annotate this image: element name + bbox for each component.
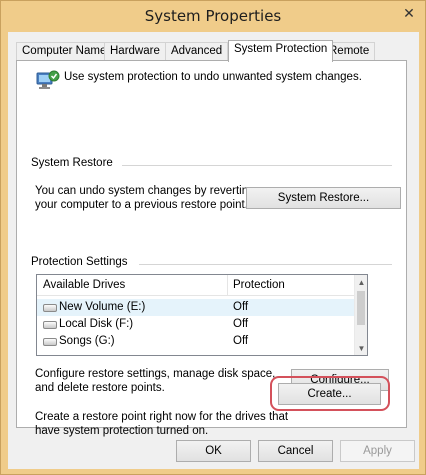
protection-settings-label: Protection Settings: [31, 256, 132, 268]
intro-text: Use system protection to undo unwanted s…: [64, 71, 362, 83]
ok-button[interactable]: OK: [176, 440, 251, 462]
system-restore-button[interactable]: System Restore...: [246, 187, 401, 209]
apply-button[interactable]: Apply: [340, 440, 415, 462]
window-title: System Properties: [144, 7, 282, 25]
scroll-thumb[interactable]: [357, 291, 365, 325]
drive-icon: [43, 304, 57, 312]
tab-advanced[interactable]: Advanced: [165, 42, 229, 61]
system-restore-label: System Restore: [31, 157, 117, 169]
configure-description: Configure restore settings, manage disk …: [35, 368, 276, 394]
protection-settings-divider: [139, 264, 392, 265]
create-description: Create a restore point right now for the…: [35, 411, 289, 437]
scroll-up-icon[interactable]: ▲: [355, 275, 367, 289]
column-separator: [227, 275, 228, 296]
column-protection[interactable]: Protection: [233, 279, 285, 291]
title-bar[interactable]: System Properties ✕: [1, 1, 425, 31]
system-properties-window: System Properties ✕ Computer Name Hardwa…: [0, 0, 426, 475]
table-row[interactable]: Local Disk (F:) Off: [37, 316, 355, 333]
system-protection-icon: [36, 70, 60, 89]
drive-protection: Off: [233, 335, 249, 347]
system-restore-description: You can undo system changes by reverting…: [35, 185, 255, 211]
drive-icon: [43, 338, 57, 346]
drives-list[interactable]: Available Drives Protection New Volume (…: [36, 274, 368, 356]
table-row[interactable]: New Volume (E:) Off: [37, 299, 355, 316]
cancel-button[interactable]: Cancel: [258, 440, 333, 462]
scroll-down-icon[interactable]: ▼: [355, 341, 367, 355]
tab-hardware[interactable]: Hardware: [104, 42, 166, 61]
drive-name: New Volume (E:): [59, 301, 146, 313]
drive-protection: Off: [233, 318, 249, 330]
drive-protection: Off: [233, 301, 249, 313]
drive-name: Songs (G:): [59, 335, 115, 347]
tab-system-protection[interactable]: System Protection: [228, 40, 334, 62]
create-highlight-ring: [270, 376, 390, 411]
drive-name: Local Disk (F:): [59, 318, 134, 330]
close-icon[interactable]: ✕: [399, 3, 419, 23]
drive-icon: [43, 321, 57, 329]
drives-list-header: Available Drives Protection: [37, 275, 355, 296]
dialog-client-area: Computer Name Hardware Advanced System P…: [8, 32, 419, 469]
column-available-drives[interactable]: Available Drives: [43, 279, 125, 291]
system-protection-panel: Use system protection to undo unwanted s…: [16, 60, 407, 437]
system-restore-divider: [122, 165, 392, 166]
tab-computer-name[interactable]: Computer Name: [16, 42, 113, 61]
table-row[interactable]: Songs (G:) Off: [37, 333, 355, 350]
list-scrollbar[interactable]: ▲ ▼: [354, 275, 367, 355]
